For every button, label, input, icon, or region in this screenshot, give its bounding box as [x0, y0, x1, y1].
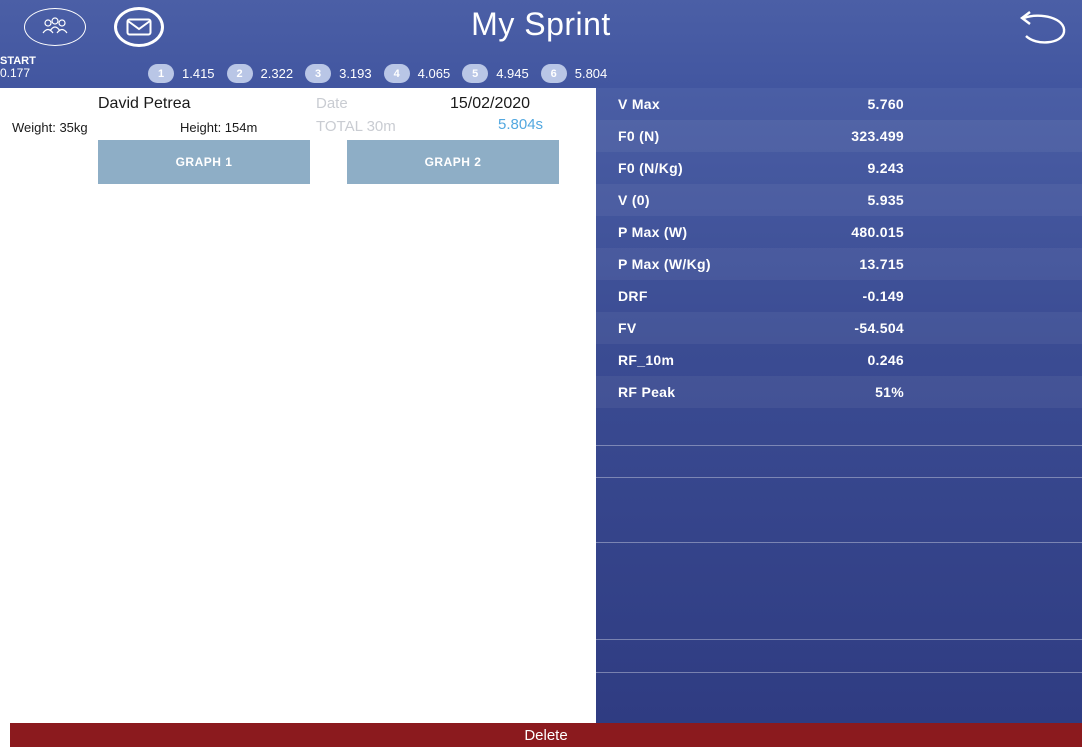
page-title: My Sprint: [471, 6, 611, 42]
split-value: 4.065: [417, 66, 451, 81]
split-value: 1.415: [182, 66, 215, 81]
header-bar: My Sprint START 0.177 1 1.415 2 2.322 3 …: [0, 0, 1082, 88]
metric-label: F0 (N): [618, 128, 660, 144]
metric-label: V Max: [618, 96, 660, 112]
split-number-badge: 5: [462, 64, 489, 83]
athlete-name: David Petrea: [98, 95, 191, 112]
athlete-panel: David Petrea Date 15/02/2020 Weight: 35k…: [0, 88, 595, 723]
start-value: 0.177: [0, 66, 31, 80]
metric-label: F0 (N/Kg): [618, 160, 683, 176]
start-time: START 0.177: [0, 56, 36, 80]
metric-label: P Max (W): [618, 224, 688, 240]
metric-row: P Max (W) 480.015: [596, 216, 1082, 248]
metric-value: 323.499: [851, 128, 904, 144]
date-label: Date: [316, 95, 348, 112]
metrics-panel: V Max 5.760 F0 (N) 323.499 F0 (N/Kg) 9.2…: [596, 88, 1082, 723]
split-item: 1 1.415: [148, 64, 219, 83]
date-value: 15/02/2020: [450, 95, 531, 112]
metric-label: DRF: [618, 288, 648, 304]
graph-2-button[interactable]: GRAPH 2: [347, 140, 559, 184]
metric-label: V (0): [618, 192, 650, 208]
empty-row-divider: [596, 639, 1082, 640]
metric-row: F0 (N/Kg) 9.243: [596, 152, 1082, 184]
metric-value: -54.504: [854, 320, 904, 336]
metric-label: FV: [618, 320, 637, 336]
metric-row: P Max (W/Kg) 13.715: [596, 248, 1082, 280]
metric-row: V Max 5.760: [596, 88, 1082, 120]
split-value: 2.322: [260, 66, 294, 81]
empty-row-divider: [596, 542, 1082, 543]
metric-row: FV -54.504: [596, 312, 1082, 344]
athlete-height: Height: 154m: [180, 120, 258, 135]
back-icon: [1020, 11, 1066, 44]
metric-value: 51%: [875, 384, 904, 400]
metric-value: 5.760: [867, 96, 904, 112]
metric-label: RF Peak: [618, 384, 676, 400]
split-number-badge: 3: [305, 64, 332, 83]
metric-label: RF_10m: [618, 352, 675, 368]
metric-value: 5.935: [867, 192, 904, 208]
split-times: 1 1.415 2 2.322 3 3.193 4 4.065 5 4.945 …: [148, 64, 619, 83]
delete-button[interactable]: Delete: [10, 723, 1082, 747]
metric-value: -0.149: [862, 288, 904, 304]
split-item: 5 4.945: [462, 64, 533, 83]
metric-value: 9.243: [867, 160, 904, 176]
athlete-weight: Weight: 35kg: [12, 120, 88, 135]
metric-value: 0.246: [867, 352, 904, 368]
split-item: 3 3.193: [305, 64, 376, 83]
metric-value: 480.015: [851, 224, 904, 240]
split-number-badge: 2: [226, 64, 253, 83]
split-value: 3.193: [339, 66, 372, 81]
split-number-badge: 4: [383, 64, 410, 83]
metric-value: 13.715: [859, 256, 904, 272]
metric-row: F0 (N) 323.499: [596, 120, 1082, 152]
metric-row: RF Peak 51%: [596, 376, 1082, 408]
total-time: 5.804s: [498, 116, 544, 133]
metric-row: DRF -0.149: [596, 280, 1082, 312]
metric-row: V (0) 5.935: [596, 184, 1082, 216]
split-item: 2 2.322: [226, 64, 298, 83]
split-item: 6 5.804: [540, 64, 612, 83]
split-item: 4 4.065: [383, 64, 455, 83]
split-value: 4.945: [496, 66, 529, 81]
empty-row-divider: [596, 477, 1082, 478]
total-distance-label: TOTAL 30m: [316, 118, 396, 135]
metric-row: RF_10m 0.246: [596, 344, 1082, 376]
split-value: 5.804: [574, 66, 608, 81]
split-number-badge: 1: [148, 64, 174, 83]
back-button[interactable]: [1010, 8, 1070, 48]
split-number-badge: 6: [540, 64, 567, 83]
empty-row-divider: [596, 672, 1082, 673]
metric-label: P Max (W/Kg): [618, 256, 711, 272]
graph-1-button[interactable]: GRAPH 1: [98, 140, 310, 184]
empty-row-divider: [596, 445, 1082, 446]
